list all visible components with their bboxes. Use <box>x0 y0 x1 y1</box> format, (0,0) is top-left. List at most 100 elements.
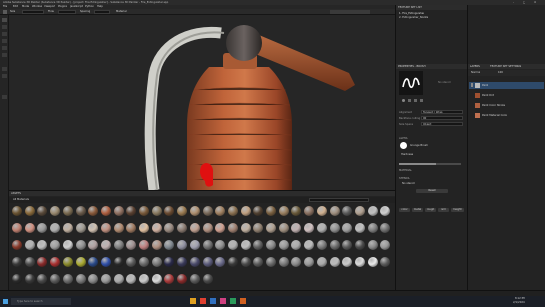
material-thumbnail[interactable] <box>189 274 200 284</box>
material-thumbnail[interactable] <box>62 257 73 267</box>
material-thumbnail[interactable] <box>126 257 137 267</box>
eraser-icon[interactable] <box>2 25 7 29</box>
material-thumbnail[interactable] <box>266 240 276 250</box>
material-thumbnail[interactable] <box>126 223 137 233</box>
brush-mode-icon[interactable] <box>408 99 411 102</box>
close-button[interactable]: ✕ <box>534 1 536 4</box>
material-thumbnail[interactable] <box>202 257 213 267</box>
material-thumbnail[interactable] <box>177 257 188 267</box>
material-thumbnail[interactable] <box>62 223 73 233</box>
material-thumbnail[interactable] <box>88 223 99 233</box>
material-thumbnail[interactable] <box>139 223 149 233</box>
material-thumbnail[interactable] <box>316 257 327 267</box>
taskbar-search[interactable]: Type here to search <box>11 298 71 305</box>
material-thumbnail[interactable] <box>88 257 99 267</box>
camera-icon[interactable] <box>2 95 7 99</box>
material-thumbnail[interactable] <box>88 240 99 250</box>
material-thumbnail[interactable] <box>202 240 213 250</box>
material-thumbnail[interactable] <box>139 240 149 250</box>
material-thumbnail[interactable] <box>24 240 35 250</box>
eye-icon[interactable] <box>471 83 473 87</box>
texture-set-item[interactable]: 1. Fire_Extinguisher <box>399 12 424 15</box>
material-thumbnail[interactable] <box>240 223 251 233</box>
material-thumbnail[interactable] <box>164 206 175 216</box>
3d-viewport[interactable] <box>9 15 395 190</box>
brush-mode-icon[interactable] <box>414 99 417 102</box>
material-thumbnail[interactable] <box>227 257 238 267</box>
menu-python[interactable]: Python <box>85 5 94 8</box>
material-thumbnail[interactable] <box>354 240 365 250</box>
material-thumbnail[interactable] <box>75 240 86 250</box>
material-thumbnail[interactable] <box>62 206 73 216</box>
material-thumbnail[interactable] <box>291 206 302 216</box>
projection-icon[interactable] <box>2 32 7 36</box>
material-thumbnail[interactable] <box>12 223 22 233</box>
brush-mode-icon[interactable] <box>402 99 405 102</box>
material-thumbnail[interactable] <box>253 206 264 216</box>
channel-button[interactable]: nrm <box>438 208 449 212</box>
material-thumbnail[interactable] <box>278 240 289 250</box>
material-thumbnail[interactable] <box>100 206 111 216</box>
layer-row[interactable]: Paint <box>469 82 544 89</box>
material-thumbnail[interactable] <box>342 257 353 267</box>
assets-search-input[interactable] <box>309 198 369 202</box>
backface-culling-field[interactable]: 90 <box>421 116 463 120</box>
slider-track[interactable] <box>399 163 461 165</box>
material-thumbnail[interactable] <box>253 240 264 250</box>
material-thumbnail[interactable] <box>126 240 137 250</box>
tab-layers[interactable]: LAYERS <box>470 65 480 68</box>
channel-button[interactable]: rough <box>425 208 436 212</box>
material-thumbnail[interactable] <box>202 274 213 284</box>
bake-icon[interactable] <box>2 74 7 78</box>
brush-preview[interactable] <box>399 71 423 95</box>
material-thumbnail[interactable] <box>126 274 137 284</box>
material-thumbnail[interactable] <box>113 223 124 233</box>
material-thumbnail[interactable] <box>37 274 48 284</box>
material-thumbnail[interactable] <box>367 206 378 216</box>
material-thumbnail[interactable] <box>329 206 340 216</box>
material-thumbnail[interactable] <box>329 240 340 250</box>
material-thumbnail[interactable] <box>12 240 22 250</box>
menu-edit[interactable]: Edit <box>13 5 18 8</box>
material-thumbnail[interactable] <box>380 257 391 267</box>
material-thumbnail[interactable] <box>50 257 61 267</box>
material-thumbnail[interactable] <box>189 257 200 267</box>
material-thumbnail[interactable] <box>24 257 35 267</box>
material-thumbnail[interactable] <box>291 257 302 267</box>
channel-button[interactable]: height <box>451 208 464 212</box>
material-thumbnail[interactable] <box>329 223 340 233</box>
size-field[interactable] <box>22 10 44 14</box>
material-thumbnail[interactable] <box>380 206 391 216</box>
material-thumbnail[interactable] <box>266 223 276 233</box>
material-thumbnail[interactable] <box>100 257 111 267</box>
material-thumbnail[interactable] <box>316 240 327 250</box>
material-thumbnail[interactable] <box>227 223 238 233</box>
material-thumbnail[interactable] <box>12 274 22 284</box>
layer-row[interactable]: Paint Dirt <box>469 92 544 99</box>
material-thumbnail[interactable] <box>266 206 276 216</box>
alpha-thumbnail[interactable] <box>400 142 407 149</box>
menu-plugins[interactable]: Plugins <box>58 5 67 8</box>
texture-set-item[interactable]: 2. Extinguisher_Nozzle <box>399 16 428 19</box>
material-thumbnail[interactable] <box>88 206 99 216</box>
menu-help[interactable]: Help <box>97 5 103 8</box>
material-thumbnail[interactable] <box>113 206 124 216</box>
material-thumbnail[interactable] <box>215 257 226 267</box>
polygon-fill-icon[interactable] <box>2 39 7 43</box>
material-thumbnail[interactable] <box>151 223 162 233</box>
alignment-dropdown[interactable]: Tangent | Wrap <box>421 110 463 114</box>
minimize-button[interactable]: – <box>513 1 514 4</box>
substance-painter-icon[interactable] <box>240 298 246 304</box>
material-thumbnail[interactable] <box>50 223 61 233</box>
material-thumbnail[interactable] <box>24 223 35 233</box>
material-thumbnail[interactable] <box>380 223 391 233</box>
material-thumbnail[interactable] <box>240 240 251 250</box>
material-thumbnail[interactable] <box>75 257 86 267</box>
material-thumbnail[interactable] <box>215 206 226 216</box>
material-thumbnail[interactable] <box>177 206 188 216</box>
material-thumbnail[interactable] <box>113 240 124 250</box>
windows-start-icon[interactable] <box>3 299 8 304</box>
layer-row[interactable]: Paint Color Stroke <box>469 102 544 109</box>
menu-mode[interactable]: Mode <box>22 5 29 8</box>
material-thumbnail[interactable] <box>100 240 111 250</box>
